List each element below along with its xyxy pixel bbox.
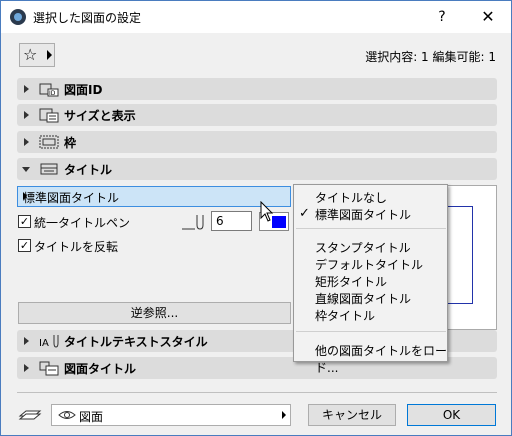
selection-info: 選択内容: 1 編集可能: 1 (365, 50, 496, 64)
section-title[interactable]: タイトル (17, 158, 497, 180)
cancel-button[interactable]: キャンセル (308, 404, 396, 426)
svg-text:ID: ID (49, 90, 56, 97)
title-type-menu: タイトルなし 標準図面タイトル スタンプタイトル デフォルトタイトル 矩形タイト… (293, 184, 448, 375)
menu-item-no-title[interactable]: タイトルなし (315, 189, 387, 206)
chevron-right-icon (282, 411, 286, 419)
menu-separator (296, 331, 446, 332)
chevron-right-icon (23, 192, 27, 200)
frame-icon (39, 135, 59, 149)
favorites-button[interactable]: ☆ (19, 43, 55, 67)
title-bar: 選択した図面の設定 ? ✕ (1, 1, 511, 33)
reverse-reference-button[interactable]: 逆参照... (18, 302, 291, 324)
section-label: サイズと表示 (64, 109, 136, 123)
collapse-triangle-icon (22, 167, 30, 172)
menu-item-default-title[interactable]: デフォルトタイトル (315, 256, 423, 273)
layer-icon (18, 410, 42, 420)
expand-triangle-icon (24, 111, 29, 119)
menu-item-load-other-title[interactable]: 他の図面タイトルをロード... (315, 342, 447, 376)
menu-item-line-title[interactable]: 直線図面タイトル (315, 290, 411, 307)
menu-item-stamp-title[interactable]: スタンプタイトル (315, 239, 411, 256)
section-label: 図面タイトル (64, 362, 137, 376)
section-label: 枠 (64, 136, 77, 150)
help-button[interactable]: ? (419, 1, 465, 33)
title-type-value: 標準図面タイトル (23, 191, 120, 205)
size-display-icon (39, 108, 59, 123)
section-drawing-id[interactable]: ID 図面ID (17, 78, 497, 100)
menu-item-frame-title[interactable]: 枠タイトル (315, 307, 375, 324)
section-label: タイトル (64, 163, 113, 177)
flip-title-label: タイトルを反転 (34, 240, 119, 254)
flip-title-checkbox[interactable]: ✓ (18, 239, 31, 252)
menu-item-rectangle-title[interactable]: 矩形タイトル (315, 273, 387, 290)
expand-triangle-icon (24, 337, 29, 345)
pen-number-input[interactable]: 6 (211, 211, 252, 231)
expand-triangle-icon (24, 364, 29, 372)
expand-triangle-icon (24, 138, 29, 146)
ok-button[interactable]: OK (407, 404, 496, 426)
expand-triangle-icon (24, 85, 29, 93)
drawing-id-icon: ID (39, 83, 59, 97)
eye-icon (58, 411, 76, 419)
footer-divider (17, 392, 497, 393)
section-label: タイトルテキストスタイル (64, 335, 208, 349)
uniform-pen-label: 統一タイトルペン (34, 216, 131, 230)
layer-dropdown[interactable]: 図面 (51, 404, 291, 426)
menu-item-standard-title[interactable]: 標準図面タイトル (299, 206, 411, 223)
star-icon: ☆ (23, 45, 38, 64)
uniform-pen-checkbox[interactable]: ✓ (18, 215, 31, 228)
section-size-display[interactable]: サイズと表示 (17, 104, 497, 126)
layer-value: 図面 (79, 410, 104, 424)
svg-text:IA: IA (39, 338, 49, 349)
title-text-style-icon: IA (39, 335, 59, 349)
archicad-app-icon (10, 9, 26, 25)
pen-icon (182, 215, 204, 230)
mouse-cursor-icon (260, 201, 274, 222)
dialog-window: 選択した図面の設定 ? ✕ ☆ 選択内容: 1 編集可能: 1 ID 図面 ID … (0, 0, 512, 436)
title-icon (40, 163, 58, 175)
close-button[interactable]: ✕ (465, 1, 511, 33)
title-type-dropdown[interactable]: 標準図面タイトル (17, 186, 291, 207)
section-label: 図面ID (64, 83, 103, 97)
window-title: 選択した図面の設定 (33, 11, 142, 25)
section-frame[interactable]: 枠 (17, 131, 497, 153)
menu-separator (296, 228, 446, 229)
chevron-right-icon (47, 50, 52, 60)
drawing-title-icon (39, 361, 59, 376)
